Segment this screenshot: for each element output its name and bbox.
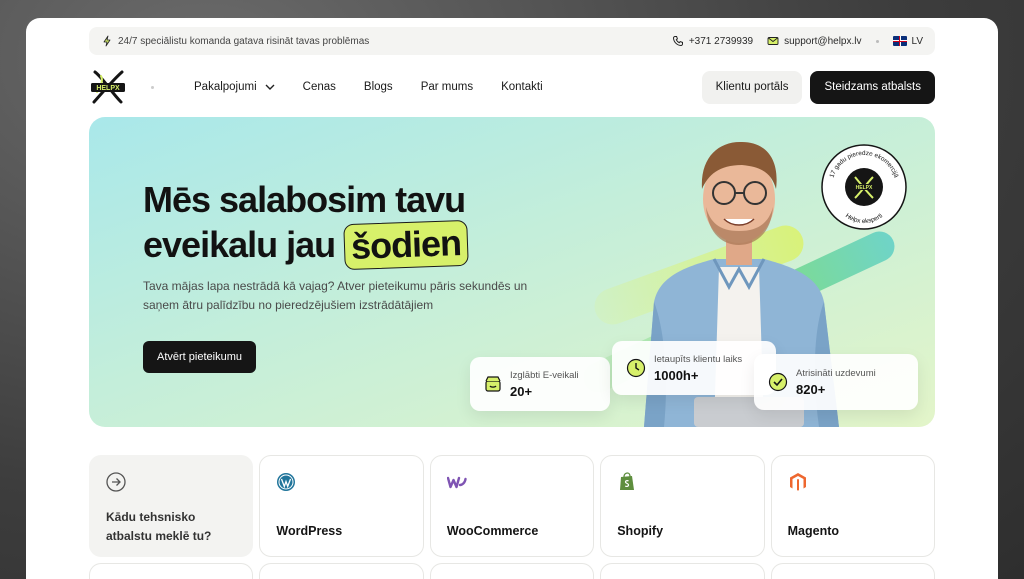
platform-name: WooCommerce [446,524,539,538]
platform-name: Shopify [617,524,664,538]
chevron-down-icon [265,84,275,90]
platform-name: WordPress [276,524,343,538]
helpx-logo[interactable]: HELPX [89,68,127,106]
svg-text:HELPX: HELPX [96,85,120,92]
separator-dot [875,39,879,43]
website-window: 24/7 speciālistu komanda gatava risināt … [26,18,998,579]
nav-item-contacts[interactable]: Kontakti [501,81,543,93]
arrow-right-circle-icon [106,472,126,492]
nav-separator-dot [151,85,154,89]
hero-title-line2: eveikalu jau [143,224,336,265]
platform-card[interactable] [429,563,595,579]
urgent-support-button[interactable]: Steidzams atbalsts [810,70,935,104]
platform-question: Kādu tehsnisko atbalstu meklē tu? [106,510,212,543]
mail-icon [767,37,779,45]
stat-value: 20+ [510,383,533,399]
language-switcher[interactable]: LV [892,35,924,47]
email-link[interactable]: support@helpx.lv [767,35,862,47]
magento-icon [789,473,806,491]
stat-card-tasks-solved: Atrisināti uzdevumi 820+ [754,354,918,410]
nav-menu: Pakalpojumi Cenas Blogs Par mums Kontakt… [194,81,543,93]
stat-label: Atrisināti uzdevumi [796,367,876,379]
open-ticket-button[interactable]: Atvērt pieteikumu [143,341,256,373]
phone-link[interactable]: +371 2739939 [672,35,753,47]
platform-card-wordpress[interactable]: WordPress [259,455,424,557]
hero-description: Tava mājas lapa nestrādā kā vajag? Atver… [143,279,528,312]
phone-icon [672,36,683,47]
main-nav: HELPX Pakalpojumi Cenas Blogs Par mums K… [89,68,935,106]
nav-item-services[interactable]: Pakalpojumi [194,81,275,93]
platform-name: Magento [787,524,840,538]
helpx-logo-icon: HELPX [91,70,125,104]
platform-card[interactable] [770,563,936,579]
platform-cards: Kādu tehsnisko atbalstu meklē tu? WordPr… [89,455,936,557]
hero-section: Mēs salabosim tavu eveikalu jau šodien T… [89,117,935,427]
nav-item-blog[interactable]: Blogs [364,81,393,93]
experience-badge: 17 gadu pieredze ekomercijā Helpx eksper… [821,144,907,230]
stat-value: 1000h+ [654,367,699,383]
check-circle-icon [768,372,788,392]
lightning-icon [103,35,111,47]
nav-item-about[interactable]: Par mums [421,81,473,93]
clock-icon [626,358,646,378]
svg-text:HELPX: HELPX [856,185,873,191]
uk-flag-icon [892,36,907,46]
platform-card[interactable] [600,563,765,579]
nav-item-services-label: Pakalpojumi [194,81,257,93]
stat-value: 820+ [796,381,826,397]
hero-title: Mēs salabosim tavu eveikalu jau šodien [143,177,469,271]
info-bar: 24/7 speciālistu komanda gatava risināt … [89,27,935,55]
platform-card-magento[interactable]: Magento [770,455,936,557]
store-icon [485,376,501,392]
email-address: support@helpx.lv [784,35,862,47]
stat-card-time-saved: Ietaupīts klientu laiks 1000h+ [612,341,776,395]
platform-cards-row2 [89,563,936,579]
nav-item-prices[interactable]: Cenas [303,81,336,93]
platform-card[interactable] [259,563,424,579]
hero-title-highlight: šodien [343,219,469,271]
shopify-icon [620,472,635,490]
stat-label: Ietaupīts klientu laiks [654,353,743,365]
stat-label: Izglābti E-veikali [510,369,579,381]
platform-card[interactable] [89,563,254,579]
phone-number: +371 2739939 [688,35,754,47]
platform-card-woocommerce[interactable]: WooCommerce [429,455,595,557]
wordpress-icon [277,473,296,491]
platform-card-shopify[interactable]: Shopify [600,455,765,557]
client-portal-button[interactable]: Klientu portāls [701,70,803,104]
platform-question-card: Kādu tehsnisko atbalstu meklē tu? [89,455,254,557]
woocommerce-icon [446,476,467,489]
hero-title-line1: Mēs salabosim tavu [143,179,466,220]
info-tagline: 24/7 speciālistu komanda gatava risināt … [118,35,370,47]
language-label: LV [911,35,924,47]
stat-card-saved-stores: Izglābti E-veikali 20+ [470,357,610,411]
